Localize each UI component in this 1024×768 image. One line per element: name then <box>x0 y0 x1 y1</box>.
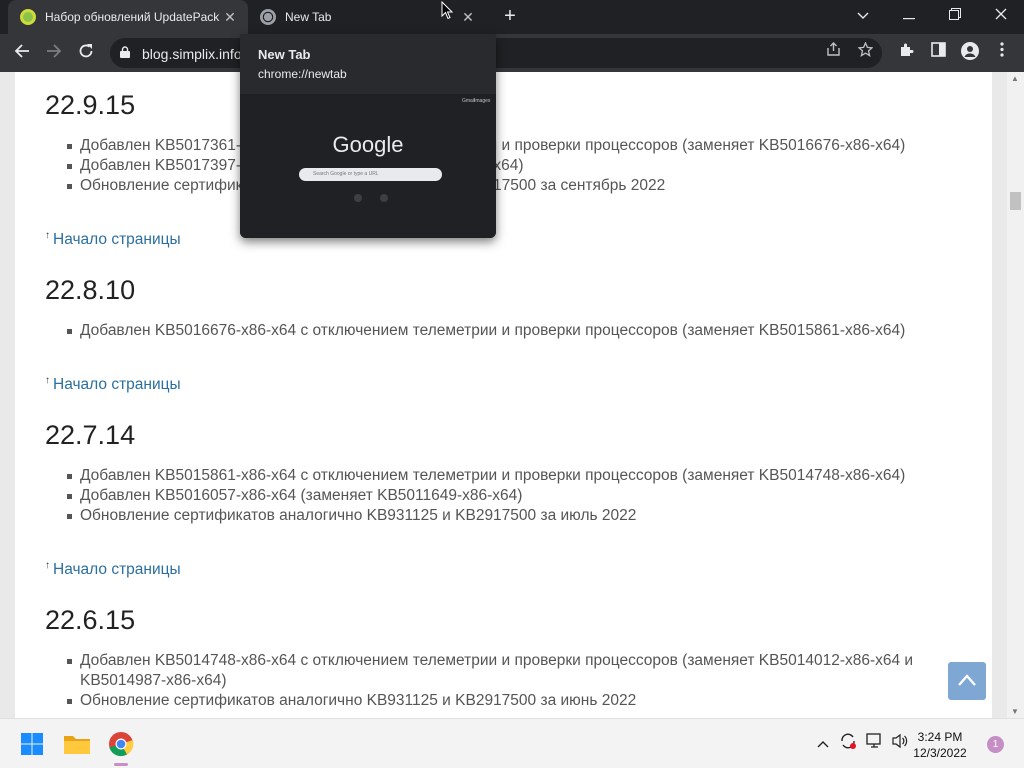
share-icon[interactable] <box>822 42 844 64</box>
changes-list: Добавлен KB5014748-x86-x64 с отключением… <box>45 651 975 711</box>
hover-card-url: chrome://newtab <box>258 67 347 81</box>
version-section: 22.9.15 Добавлен KB5017361-x86-x64 с отк… <box>45 90 975 196</box>
version-heading: 22.8.10 <box>45 275 136 305</box>
preview-link: Images <box>474 98 491 104</box>
chrome-taskbar-button[interactable] <box>103 726 139 762</box>
changes-list: Добавлен KB5015861-x86-x64 с отключением… <box>45 466 975 526</box>
changes-list: Добавлен KB5017361-x86-x64 с отключением… <box>45 136 975 196</box>
back-to-top-link[interactable]: ↑ Начало страницы <box>45 230 181 249</box>
version-section: 22.6.15 Добавлен KB5014748-x86-x64 с отк… <box>45 605 975 711</box>
list-item: Обновление сертификатов аналогично KB931… <box>45 176 975 196</box>
page-scrollbar[interactable]: ▲ ▼ <box>1007 72 1024 718</box>
close-window-button[interactable] <box>978 0 1024 30</box>
forward-button[interactable] <box>40 39 68 67</box>
show-hidden-icons-chevron-icon[interactable] <box>817 735 829 751</box>
file-explorer-button[interactable] <box>59 726 95 762</box>
tab-title: New Tab <box>285 10 332 24</box>
notification-badge[interactable]: 1 <box>987 736 1004 753</box>
network-icon[interactable] <box>866 733 884 752</box>
minimize-button[interactable] <box>886 0 932 30</box>
version-heading: 22.9.15 <box>45 90 136 120</box>
tab-hover-card: New Tab chrome://newtab Gmail Images Goo… <box>240 34 496 238</box>
hover-card-title: New Tab <box>258 47 311 62</box>
up-arrow-icon: ↑ <box>45 560 50 571</box>
list-item: Добавлен KB5015861-x86-x64 с отключением… <box>45 466 975 486</box>
list-item: Добавлен KB5016676-x86-x64 с отключением… <box>45 321 975 341</box>
google-logo: Google <box>332 132 404 157</box>
folder-icon <box>64 736 90 754</box>
tab-close-icon[interactable]: ✕ <box>220 9 240 26</box>
version-section: 22.7.14 Добавлен KB5015861-x86-x64 с отк… <box>45 420 975 526</box>
list-item: Обновление сертификатов аналогично KB931… <box>45 506 975 526</box>
version-heading: 22.7.14 <box>45 420 136 450</box>
page-content: 22.9.15 Добавлен KB5017361-x86-x64 с отк… <box>15 72 992 718</box>
new-tab-button[interactable]: + <box>498 5 522 29</box>
side-panel-icon[interactable] <box>927 42 949 64</box>
scroll-down-arrow-icon[interactable]: ▼ <box>1011 707 1019 716</box>
site-favicon-icon <box>20 9 36 25</box>
clock-time: 3:24 PM <box>917 730 963 744</box>
link-text[interactable]: Начало страницы <box>53 561 181 578</box>
lock-icon[interactable] <box>120 46 130 58</box>
restore-button[interactable] <box>932 0 978 30</box>
tab-updatepack[interactable]: Набор обновлений UpdatePack7R2 для Windo… <box>8 0 248 34</box>
up-arrow-icon: ↑ <box>45 230 50 241</box>
scroll-to-top-button[interactable] <box>948 662 986 700</box>
version-heading: 22.6.15 <box>45 605 136 635</box>
tab-preview-thumbnail: Gmail Images Google Search Google or typ… <box>240 94 496 238</box>
link-text[interactable]: Начало страницы <box>53 231 181 248</box>
chevron-up-icon <box>958 674 976 686</box>
back-button[interactable] <box>8 39 36 67</box>
start-button[interactable] <box>14 726 50 762</box>
shortcut-tile <box>380 194 388 202</box>
chrome-favicon-icon <box>260 9 276 25</box>
browser-toolbar: blog.simplix.info/updatepack7r2/ <box>0 34 1024 72</box>
browser-titlebar: Набор обновлений UpdatePack7R2 для Windo… <box>0 0 1024 34</box>
menu-kebab-icon[interactable] <box>991 42 1013 64</box>
list-item: Добавлен KB5017361-x86-x64 с отключением… <box>45 136 975 156</box>
changes-list: Добавлен KB5016676-x86-x64 с отключением… <box>45 321 975 341</box>
address-bar[interactable]: blog.simplix.info/updatepack7r2/ <box>110 38 882 68</box>
profile-avatar-icon[interactable] <box>959 42 981 64</box>
list-item: Добавлен KB5014748-x86-x64 с отключением… <box>45 651 975 691</box>
bookmark-star-icon[interactable] <box>854 41 876 64</box>
clock-date: 12/3/2022 <box>913 746 967 760</box>
windows-taskbar: 3:24 PM 12/3/2022 1 <box>0 718 1024 768</box>
taskbar-clock[interactable]: 3:24 PM 12/3/2022 <box>905 729 975 761</box>
extensions-icon[interactable] <box>895 42 917 64</box>
list-item: Обновление сертификатов аналогично KB931… <box>45 691 975 711</box>
tab-close-icon[interactable]: ✕ <box>458 9 478 26</box>
reload-button[interactable] <box>72 39 100 67</box>
preview-search-box: Search Google or type a URL <box>299 168 442 181</box>
shortcut-tile <box>354 194 362 202</box>
scroll-up-arrow-icon[interactable]: ▲ <box>1011 74 1019 83</box>
page-viewport: 22.9.15 Добавлен KB5017361-x86-x64 с отк… <box>0 72 1024 718</box>
running-indicator <box>114 763 128 766</box>
back-to-top-link[interactable]: ↑ Начало страницы <box>45 560 181 579</box>
scrollbar-thumb[interactable] <box>1010 192 1021 210</box>
windows-logo-icon <box>21 733 43 755</box>
list-item: Добавлен KB5016057-x86-x64 (заменяет KB5… <box>45 486 975 506</box>
mouse-cursor-icon <box>441 1 453 20</box>
chrome-icon <box>109 732 134 757</box>
back-to-top-link[interactable]: ↑ Начало страницы <box>45 375 181 394</box>
tab-title: Набор обновлений UpdatePack7R2 для Windo… <box>45 10 220 24</box>
link-text[interactable]: Начало страницы <box>53 376 181 393</box>
tab-search-icon[interactable] <box>840 0 886 30</box>
list-item: Добавлен KB5017397-x86-x64 (заменяет KB5… <box>45 156 975 176</box>
version-section: 22.8.10 Добавлен KB5016676-x86-x64 с отк… <box>45 275 975 341</box>
up-arrow-icon: ↑ <box>45 375 50 386</box>
sync-icon[interactable] <box>839 732 857 753</box>
